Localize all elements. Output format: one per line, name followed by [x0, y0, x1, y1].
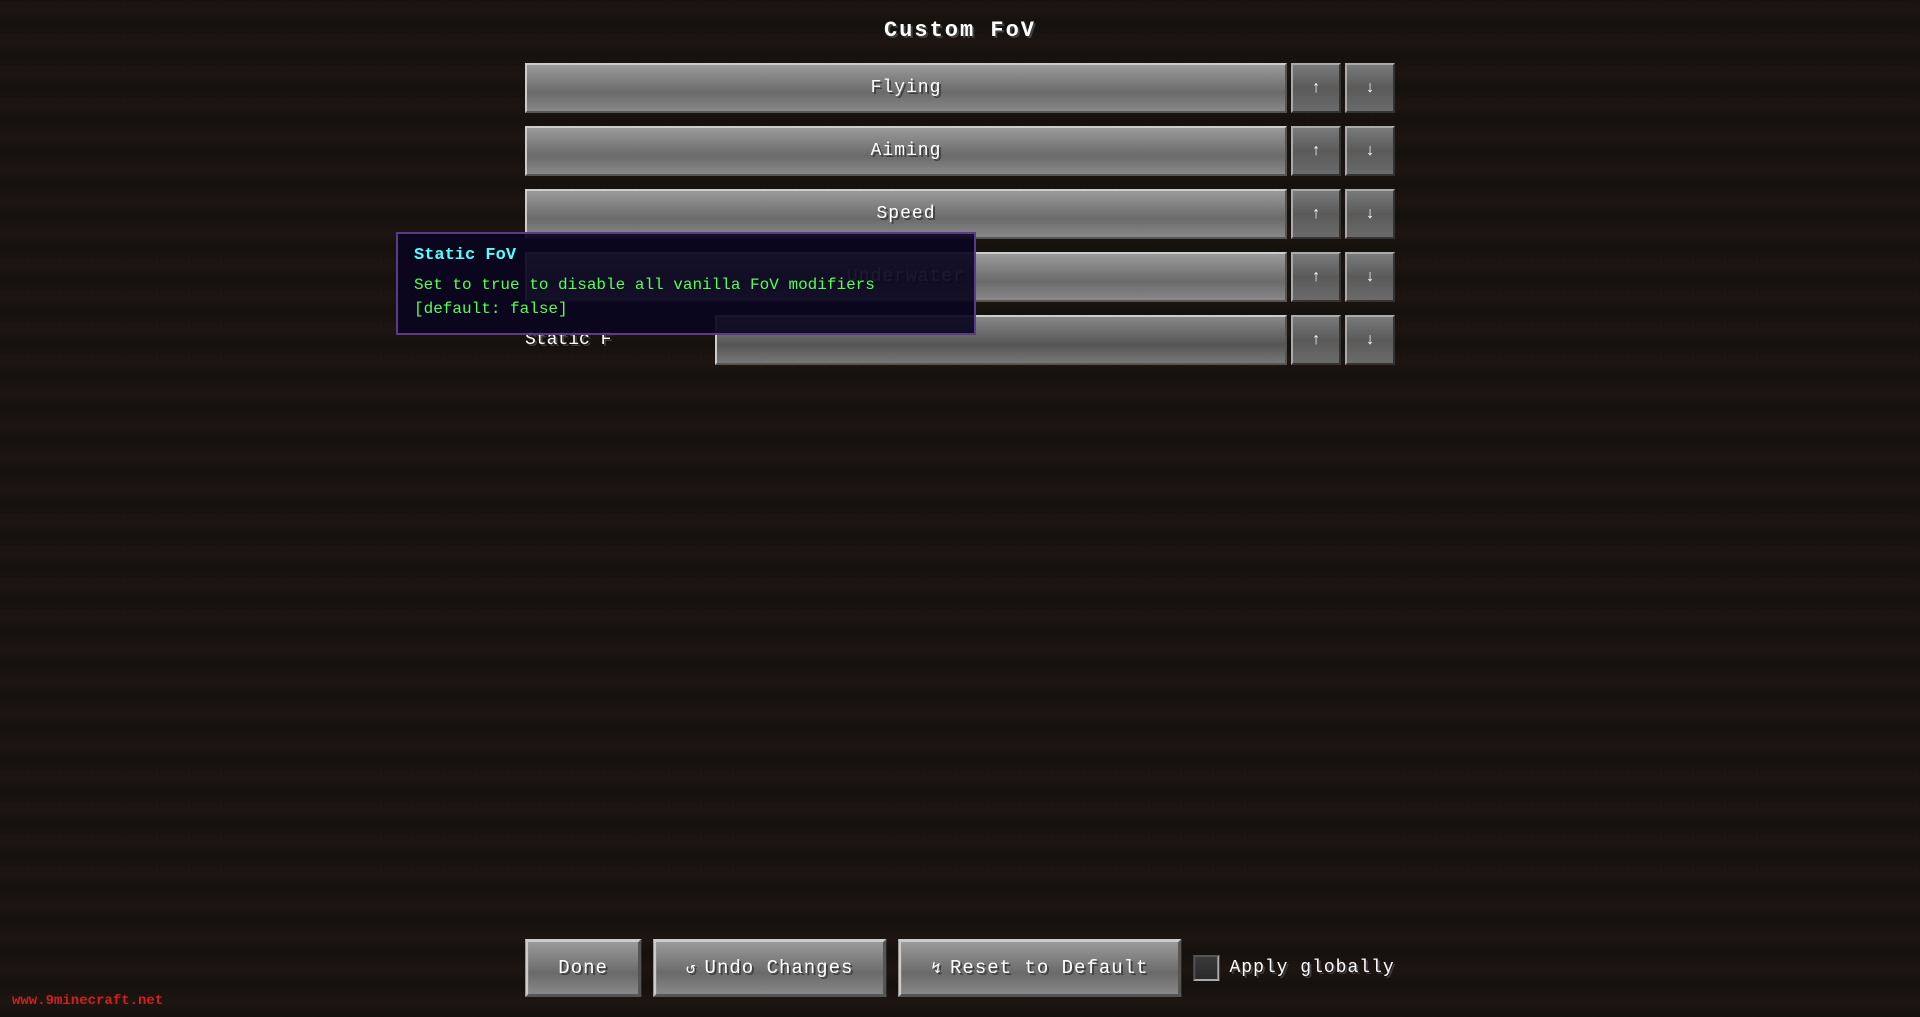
speed-button[interactable]: Speed	[525, 189, 1287, 239]
page-title: Custom FoV	[884, 18, 1036, 43]
underwater-up-btn[interactable]: ↑	[1291, 252, 1341, 302]
down-arrow-icon: ↓	[1365, 268, 1375, 286]
done-button[interactable]: Done	[525, 939, 641, 997]
down-arrow-icon: ↓	[1365, 79, 1375, 97]
up-arrow-icon: ↑	[1311, 79, 1321, 97]
aiming-button[interactable]: Aiming	[525, 126, 1287, 176]
tooltip-description: Set to true to disable all vanilla FoV m…	[414, 273, 958, 321]
watermark: www.9minecraft.net	[12, 993, 163, 1009]
undo-changes-label: Undo Changes	[705, 957, 854, 979]
underwater-down-btn[interactable]: ↓	[1345, 252, 1395, 302]
down-arrow-icon: ↓	[1365, 331, 1375, 349]
up-arrow-icon: ↑	[1311, 268, 1321, 286]
down-arrow-icon: ↓	[1365, 205, 1375, 223]
apply-globally-label: Apply globally	[1229, 958, 1394, 978]
setting-row-aiming: Aiming ↑ ↓	[525, 123, 1395, 178]
apply-globally-checkbox[interactable]	[1193, 955, 1219, 981]
done-label: Done	[558, 957, 608, 979]
tooltip-title: Static FoV	[414, 246, 958, 265]
setting-row-flying: Flying ↑ ↓	[525, 60, 1395, 115]
undo-changes-button[interactable]: ↺ Undo Changes	[653, 939, 886, 997]
speed-down-btn[interactable]: ↓	[1345, 189, 1395, 239]
static-fov-down-btn[interactable]: ↓	[1345, 315, 1395, 365]
reset-icon: ↯	[931, 958, 942, 978]
speed-up-btn[interactable]: ↑	[1291, 189, 1341, 239]
up-arrow-icon: ↑	[1311, 205, 1321, 223]
bottom-bar: Done ↺ Undo Changes ↯ Reset to Default A…	[525, 939, 1394, 997]
static-fov-up-btn[interactable]: ↑	[1291, 315, 1341, 365]
undo-icon: ↺	[686, 958, 697, 978]
up-arrow-icon: ↑	[1311, 331, 1321, 349]
flying-button[interactable]: Flying	[525, 63, 1287, 113]
aiming-down-btn[interactable]: ↓	[1345, 126, 1395, 176]
aiming-up-btn[interactable]: ↑	[1291, 126, 1341, 176]
reset-to-default-label: Reset to Default	[950, 957, 1148, 979]
apply-globally-container[interactable]: Apply globally	[1193, 955, 1394, 981]
flying-up-btn[interactable]: ↑	[1291, 63, 1341, 113]
up-arrow-icon: ↑	[1311, 142, 1321, 160]
down-arrow-icon: ↓	[1365, 142, 1375, 160]
flying-down-btn[interactable]: ↓	[1345, 63, 1395, 113]
reset-to-default-button[interactable]: ↯ Reset to Default	[898, 939, 1181, 997]
tooltip: Static FoV Set to true to disable all va…	[396, 232, 976, 335]
